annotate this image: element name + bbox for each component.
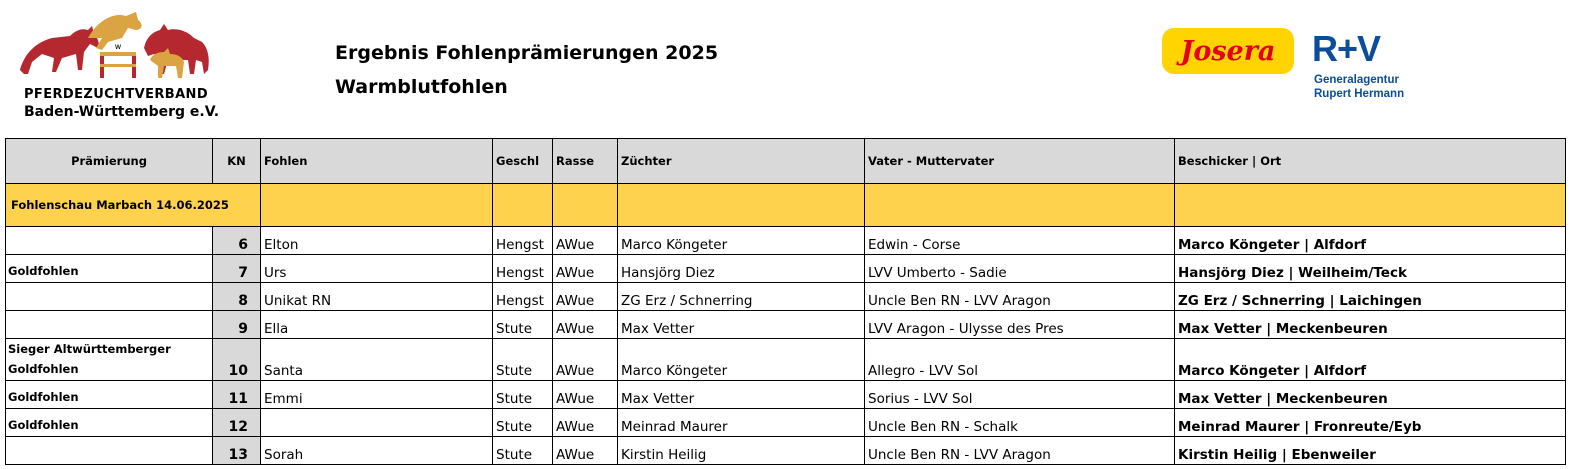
praemierung-line2: Goldfohlen	[8, 362, 79, 376]
cell-zuechter: Kirstin Heilig	[617, 436, 865, 465]
section-row: Fohlenschau Marbach 14.06.2025	[5, 183, 1566, 227]
table-row: Goldfohlen 11 Emmi Stute AWue Max Vetter…	[5, 380, 1566, 409]
cell-rasse: AWue	[552, 254, 618, 283]
table-row: 9 Ella Stute AWue Max Vetter LVV Aragon …	[5, 310, 1566, 339]
josera-logo: Josera	[1162, 28, 1294, 74]
cell-praemierung	[5, 310, 213, 339]
cell-fohlen: Sorah	[260, 436, 493, 465]
cell-praemierung	[5, 282, 213, 311]
cell-zuechter: Meinrad Maurer	[617, 408, 865, 437]
cell-geschl: Hengst	[492, 254, 553, 283]
page-title: Ergebnis Fohlenprämierungen 2025	[335, 42, 719, 64]
org-name-line2: Baden-Württemberg e.V.	[24, 104, 220, 120]
cell-geschl: Stute	[492, 310, 553, 339]
cell-zuechter: ZG Erz / Schnerring	[617, 282, 865, 311]
col-header-kn: KN	[212, 138, 261, 184]
cell-fohlen: Elton	[260, 226, 493, 255]
cell-geschl: Hengst	[492, 226, 553, 255]
table-header-row: Prämierung KN Fohlen Geschl Rasse Züchte…	[5, 138, 1566, 184]
cell-fohlen: Santa	[260, 338, 493, 381]
table-row: Goldfohlen 12 Stute AWue Meinrad Maurer …	[5, 408, 1566, 437]
cell-beschicker: Hansjörg Diez | Weilheim/Teck	[1174, 254, 1566, 283]
cell-vater: Sorius - LVV Sol	[864, 380, 1175, 409]
cell-beschicker: Kirstin Heilig | Ebenweiler	[1174, 436, 1566, 465]
cell-vater: Allegro - LVV Sol	[864, 338, 1175, 381]
cell-praemierung: Goldfohlen	[5, 380, 213, 409]
results-table: Prämierung KN Fohlen Geschl Rasse Züchte…	[5, 138, 1566, 465]
col-header-rasse: Rasse	[552, 138, 618, 184]
cell-rasse: AWue	[552, 408, 618, 437]
cell-kn: 12	[212, 408, 261, 437]
cell-rasse: AWue	[552, 282, 618, 311]
cell-geschl: Hengst	[492, 282, 553, 311]
cell-beschicker: Max Vetter | Meckenbeuren	[1174, 380, 1566, 409]
col-header-vater: Vater - Muttervater	[864, 138, 1175, 184]
cell-praemierung: Goldfohlen	[5, 408, 213, 437]
cell-zuechter: Marco Köngeter	[617, 338, 865, 381]
cell-geschl: Stute	[492, 338, 553, 381]
cell-fohlen: Unikat RN	[260, 282, 493, 311]
table-row: Sieger Altwürttemberger Goldfohlen 10 Sa…	[5, 338, 1566, 381]
col-header-beschicker: Beschicker | Ort	[1174, 138, 1566, 184]
col-header-praemierung: Prämierung	[5, 138, 213, 184]
cell-vater: LVV Umberto - Sadie	[864, 254, 1175, 283]
rv-agency-line2: Rupert Hermann	[1314, 88, 1405, 100]
cell-beschicker: Marco Köngeter | Alfdorf	[1174, 226, 1566, 255]
rv-logo: R+V Generalagentur Rupert Hermann	[1312, 28, 1422, 108]
cell-fohlen: Urs	[260, 254, 493, 283]
cell-zuechter: Max Vetter	[617, 380, 865, 409]
cell-vater: Uncle Ben RN - LVV Aragon	[864, 282, 1175, 311]
cell-praemierung: Goldfohlen	[5, 254, 213, 283]
rv-wordmark: R+V	[1312, 28, 1381, 69]
cell-zuechter: Max Vetter	[617, 310, 865, 339]
cell-rasse: AWue	[552, 338, 618, 381]
cell-zuechter: Hansjörg Diez	[617, 254, 865, 283]
cell-vater: LVV Aragon - Ulysse des Pres	[864, 310, 1175, 339]
cell-praemierung: Sieger Altwürttemberger Goldfohlen	[5, 338, 213, 381]
cell-fohlen: Emmi	[260, 380, 493, 409]
col-header-zuechter: Züchter	[617, 138, 865, 184]
praemierung-line1: Sieger Altwürttemberger	[8, 342, 171, 356]
cell-beschicker: Marco Köngeter | Alfdorf	[1174, 338, 1566, 381]
cell-beschicker: Max Vetter | Meckenbeuren	[1174, 310, 1566, 339]
cell-vater: Edwin - Corse	[864, 226, 1175, 255]
org-name-line1: PFERDEZUCHTVERBAND	[24, 87, 209, 102]
rv-agency-line1: Generalagentur	[1314, 74, 1399, 86]
cell-beschicker: Meinrad Maurer | Fronreute/Eyb	[1174, 408, 1566, 437]
svg-text:w: w	[115, 42, 122, 51]
table-row: 8 Unikat RN Hengst AWue ZG Erz / Schnerr…	[5, 282, 1566, 311]
josera-wordmark: Josera	[1180, 35, 1276, 67]
cell-kn: 6	[212, 226, 261, 255]
horses-logo-icon: w	[20, 12, 209, 78]
cell-fohlen	[260, 408, 493, 437]
table-row: 13 Sorah Stute AWue Kirstin Heilig Uncle…	[5, 436, 1566, 465]
cell-geschl: Stute	[492, 408, 553, 437]
cell-zuechter: Marco Köngeter	[617, 226, 865, 255]
cell-vater: Uncle Ben RN - LVV Aragon	[864, 436, 1175, 465]
cell-fohlen: Ella	[260, 310, 493, 339]
cell-kn: 10	[212, 338, 261, 381]
table-row: Goldfohlen 7 Urs Hengst AWue Hansjörg Di…	[5, 254, 1566, 283]
page-subtitle: Warmblutfohlen	[335, 76, 508, 98]
cell-geschl: Stute	[492, 436, 553, 465]
cell-praemierung	[5, 226, 213, 255]
cell-kn: 8	[212, 282, 261, 311]
cell-kn: 13	[212, 436, 261, 465]
cell-rasse: AWue	[552, 436, 618, 465]
cell-rasse: AWue	[552, 226, 618, 255]
section-label: Fohlenschau Marbach 14.06.2025	[5, 183, 261, 227]
table-row: 6 Elton Hengst AWue Marco Köngeter Edwin…	[5, 226, 1566, 255]
cell-rasse: AWue	[552, 380, 618, 409]
cell-kn: 9	[212, 310, 261, 339]
col-header-geschl: Geschl	[492, 138, 553, 184]
cell-kn: 11	[212, 380, 261, 409]
cell-vater: Uncle Ben RN - Schalk	[864, 408, 1175, 437]
cell-rasse: AWue	[552, 310, 618, 339]
cell-kn: 7	[212, 254, 261, 283]
col-header-fohlen: Fohlen	[260, 138, 493, 184]
cell-praemierung	[5, 436, 213, 465]
cell-beschicker: ZG Erz / Schnerring | Laichingen	[1174, 282, 1566, 311]
cell-geschl: Stute	[492, 380, 553, 409]
